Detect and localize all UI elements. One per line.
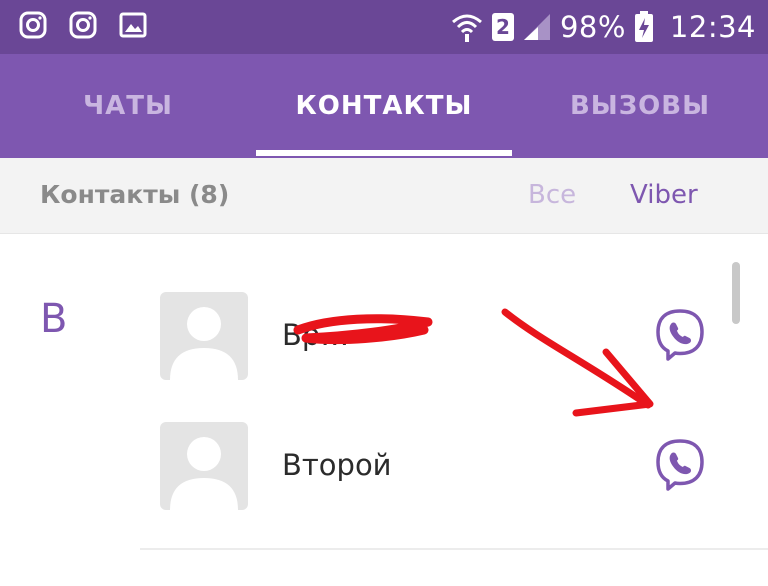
avatar-placeholder-icon (170, 437, 238, 510)
wifi-icon (451, 14, 482, 42)
contact-list[interactable]: В Вр… Второй (0, 234, 768, 586)
instagram-icon (19, 11, 47, 39)
signal-icon (523, 14, 550, 40)
active-tab-indicator (256, 150, 512, 156)
contact-name: Вр… (282, 318, 350, 352)
viber-call-icon[interactable] (652, 436, 708, 492)
tab-calls[interactable]: ВЫЗОВЫ (512, 54, 768, 158)
battery-percent: 98% (559, 10, 626, 44)
contact-row[interactable]: Второй (130, 408, 730, 538)
contacts-filter-bar: Контакты (8) Все Viber (0, 158, 768, 234)
viber-call-icon[interactable] (652, 306, 708, 362)
list-scrollbar[interactable] (732, 262, 740, 324)
status-bar: 2 98% 12:34 (0, 0, 768, 54)
battery-charging-icon (634, 11, 653, 42)
instagram-icon (69, 11, 97, 39)
filter-all-button[interactable]: Все (528, 180, 576, 210)
list-divider (140, 548, 768, 550)
tab-contacts[interactable]: КОНТАКТЫ (256, 54, 512, 158)
avatar (160, 292, 248, 380)
avatar (160, 422, 248, 510)
gallery-icon (119, 12, 147, 38)
section-letter: В (40, 296, 68, 342)
system-indicators: 2 98% 12:34 (450, 6, 756, 48)
avatar-placeholder-icon (170, 307, 238, 380)
contact-name: Второй (282, 448, 392, 482)
filter-viber-button[interactable]: Viber (630, 180, 698, 210)
sim-slot-badge: 2 (491, 13, 514, 41)
contact-row[interactable]: Вр… (130, 278, 730, 408)
tab-chats[interactable]: ЧАТЫ (0, 54, 256, 158)
clock: 12:34 (669, 10, 756, 44)
contacts-count-title: Контакты (8) (40, 180, 230, 209)
tab-bar: ЧАТЫ КОНТАКТЫ ВЫЗОВЫ (0, 54, 768, 158)
notification-icons (18, 10, 148, 40)
